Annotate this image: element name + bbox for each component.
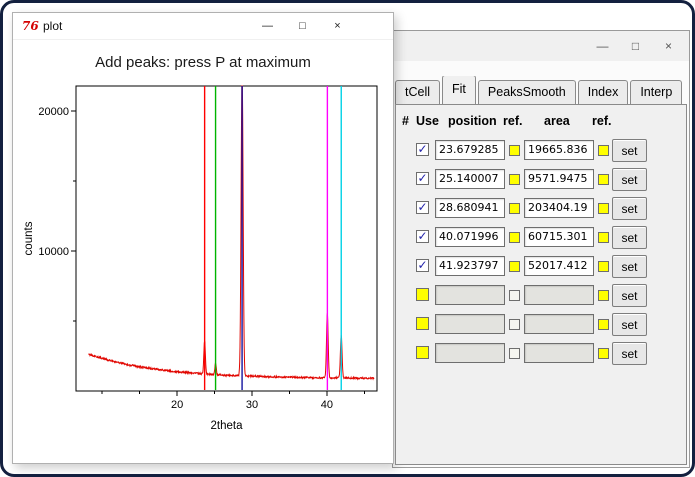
x-axis-label: 2theta	[211, 420, 244, 432]
area-field[interactable]: 203404.19	[524, 198, 594, 218]
area-field[interactable]	[524, 343, 594, 363]
plot-window-titlebar: 76 plot — □ ×	[13, 13, 393, 40]
set-button[interactable]: set	[612, 255, 647, 278]
area-refine-checkbox[interactable]	[598, 290, 609, 301]
position-refine-checkbox[interactable]	[509, 203, 520, 214]
area-refine-checkbox[interactable]	[598, 232, 609, 243]
set-button[interactable]: set	[612, 197, 647, 220]
position-refine-checkbox[interactable]	[509, 290, 520, 301]
table-row: set	[396, 339, 686, 368]
area-field[interactable]: 19665.836	[524, 140, 594, 160]
tab-interp[interactable]: Interp	[630, 80, 683, 104]
position-field[interactable]	[435, 314, 505, 334]
y-tick-label: 10000	[38, 246, 69, 258]
set-button[interactable]: set	[612, 313, 647, 336]
tab-tcell[interactable]: tCell	[395, 80, 441, 104]
set-button[interactable]: set	[612, 139, 647, 162]
y-axis-label: counts	[23, 221, 35, 255]
position-field[interactable]	[435, 343, 505, 363]
area-refine-checkbox[interactable]	[598, 174, 609, 185]
screenshot-frame: — □ × tCell Fit PeaksSmooth Index Interp # U…	[0, 0, 695, 477]
area-field[interactable]	[524, 314, 594, 334]
use-checkbox[interactable]: ✓	[416, 172, 429, 185]
fit-window-body: tCell Fit PeaksSmooth Index Interp # Use pos…	[393, 61, 689, 467]
area-refine-checkbox[interactable]	[598, 203, 609, 214]
position-field[interactable]: 40.071996	[435, 227, 505, 247]
position-refine-checkbox[interactable]	[509, 319, 520, 330]
table-row: set	[396, 281, 686, 310]
position-refine-checkbox[interactable]	[509, 348, 520, 359]
use-checkbox[interactable]	[416, 288, 429, 301]
tab-peakssmooth[interactable]: PeaksSmooth	[477, 80, 576, 104]
area-refine-checkbox[interactable]	[598, 348, 609, 359]
area-field[interactable]: 60715.301	[524, 227, 594, 247]
col-header-use: Use	[416, 114, 439, 128]
peak-rows: ✓ 23.679285 19665.836 set ✓ 25.140007 9571.947…	[396, 136, 686, 368]
table-row: ✓ 40.071996 60715.301 set	[396, 223, 686, 252]
close-icon[interactable]: ×	[320, 13, 355, 39]
area-refine-checkbox[interactable]	[598, 261, 609, 272]
close-icon[interactable]: ×	[652, 31, 685, 61]
area-refine-checkbox[interactable]	[598, 319, 609, 330]
table-row: set	[396, 310, 686, 339]
use-checkbox[interactable]	[416, 317, 429, 330]
position-refine-checkbox[interactable]	[509, 261, 520, 272]
x-tick-label: 20	[171, 399, 183, 411]
set-button[interactable]: set	[612, 284, 647, 307]
use-checkbox[interactable]: ✓	[416, 143, 429, 156]
plot-heading: Add peaks: press P at maximum	[95, 54, 311, 71]
xrd-plot[interactable]: 20 30 40 10000 20000 2theta counts	[18, 73, 390, 459]
y-tick-label: 20000	[38, 106, 69, 118]
col-header-position: position	[448, 114, 497, 128]
fit-window: — □ × tCell Fit PeaksSmooth Index Interp # U…	[392, 30, 690, 468]
use-checkbox[interactable]: ✓	[416, 230, 429, 243]
area-refine-checkbox[interactable]	[598, 145, 609, 156]
notebook-page: # Use position ref. area ref. ✓ 23.679285…	[395, 104, 687, 465]
position-refine-checkbox[interactable]	[509, 174, 520, 185]
set-button[interactable]: set	[612, 342, 647, 365]
use-checkbox[interactable]: ✓	[416, 259, 429, 272]
col-header-area: area	[544, 114, 570, 128]
minimize-icon[interactable]: —	[250, 13, 285, 39]
set-button[interactable]: set	[612, 168, 647, 191]
x-tick-label: 40	[321, 399, 333, 411]
col-header-number: #	[402, 114, 409, 128]
use-checkbox[interactable]	[416, 346, 429, 359]
col-header-position-ref: ref.	[503, 114, 523, 128]
position-field[interactable]: 28.680941	[435, 198, 505, 218]
minimize-icon[interactable]: —	[586, 31, 619, 61]
fit-window-titlebar: — □ ×	[393, 31, 689, 61]
maximize-icon[interactable]: □	[285, 13, 320, 39]
plot-window-title: plot	[43, 19, 63, 33]
position-field[interactable]: 25.140007	[435, 169, 505, 189]
area-field[interactable]: 52017.412	[524, 256, 594, 276]
area-field[interactable]	[524, 285, 594, 305]
position-field[interactable]: 23.679285	[435, 140, 505, 160]
tk-feather-icon: 76	[22, 19, 39, 33]
tab-bar: tCell Fit PeaksSmooth Index Interp	[395, 76, 689, 104]
table-row: ✓ 28.680941 203404.19 set	[396, 194, 686, 223]
plot-area	[75, 85, 378, 392]
table-row: ✓ 25.140007 9571.9475 set	[396, 165, 686, 194]
position-refine-checkbox[interactable]	[509, 232, 520, 243]
plot-window-controls: — □ ×	[250, 13, 355, 39]
tab-index[interactable]: Index	[577, 80, 629, 104]
area-field[interactable]: 9571.9475	[524, 169, 594, 189]
position-refine-checkbox[interactable]	[509, 145, 520, 156]
fit-window-controls: — □ ×	[586, 31, 685, 61]
position-field[interactable]	[435, 285, 505, 305]
col-header-area-ref: ref.	[592, 114, 612, 128]
use-checkbox[interactable]: ✓	[416, 201, 429, 214]
maximize-icon[interactable]: □	[619, 31, 652, 61]
x-tick-label: 30	[246, 399, 258, 411]
table-row: ✓ 23.679285 19665.836 set	[396, 136, 686, 165]
table-row: ✓ 41.923797 52017.412 set	[396, 252, 686, 281]
tab-fit[interactable]: Fit	[442, 76, 476, 104]
plot-window: 76 plot — □ × Add peaks: press P at maxi…	[12, 12, 394, 464]
set-button[interactable]: set	[612, 226, 647, 249]
position-field[interactable]: 41.923797	[435, 256, 505, 276]
table-header: # Use position ref. area ref.	[396, 105, 686, 135]
